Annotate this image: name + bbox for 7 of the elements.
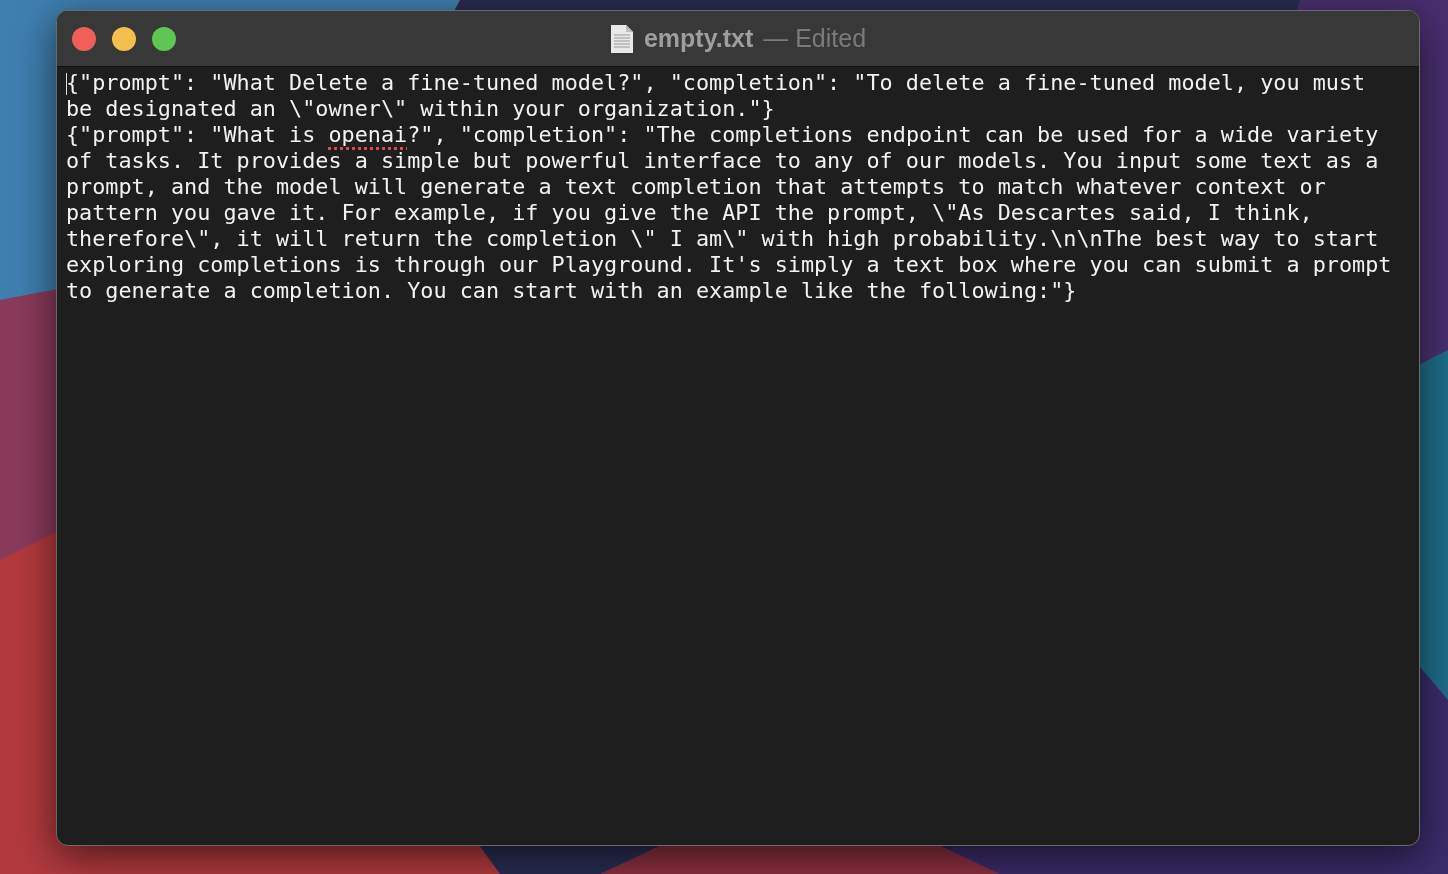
minimize-button[interactable] bbox=[112, 26, 136, 51]
edited-status: — Edited bbox=[763, 24, 867, 53]
text-paragraph: {"prompt": "What is openai?", "completion": "The completions endpoint can be used for a wide variety of tasks. It provides a simple but powerful interface to any of our models. You input some text as a prompt, and the model will generate a text completion that attempts to match whatever context or pattern you gave it. For example, if you give the API the prompt, \"As Descartes said, I think, therefore\", it will return the completion \" I am\" with high probability.\n\nThe best way to start exploring completions is through our Playground. It's simply a text box where you can submit a prompt to generate a completion. You can start with an example like the following:"} bbox=[66, 122, 1393, 304]
close-button[interactable] bbox=[72, 26, 96, 51]
zoom-button[interactable] bbox=[152, 26, 176, 51]
document-icon bbox=[609, 23, 634, 54]
window-title: empty.txt bbox=[643, 24, 754, 53]
